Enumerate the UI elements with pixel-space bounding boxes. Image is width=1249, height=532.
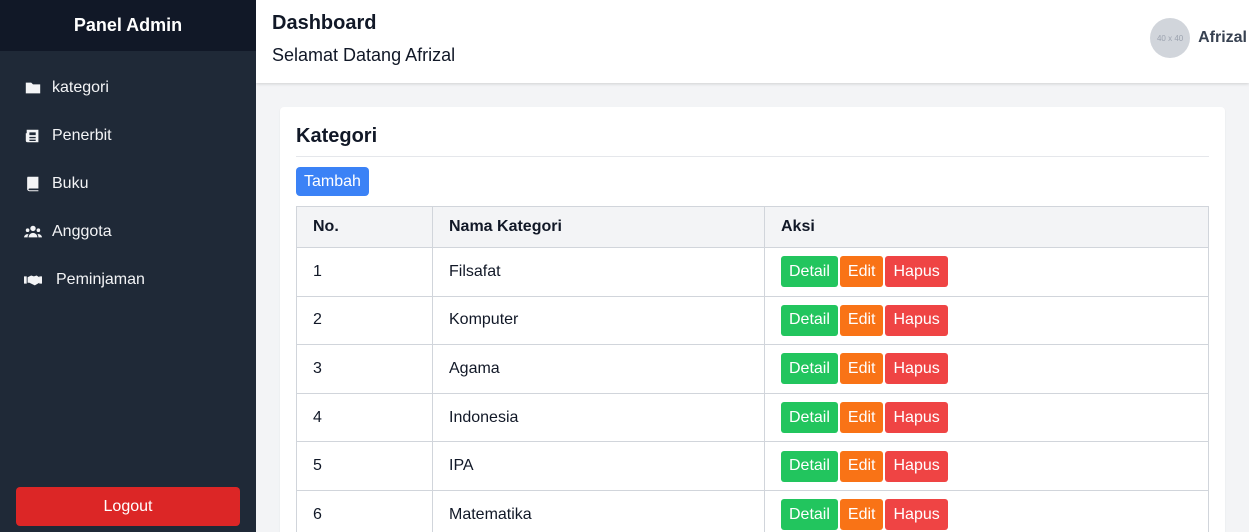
detail-button[interactable]: Detail xyxy=(781,304,838,336)
row-no: 4 xyxy=(296,392,433,443)
delete-button[interactable]: Hapus xyxy=(885,499,948,531)
row-name: Filsafat xyxy=(432,247,765,297)
edit-button[interactable]: Edit xyxy=(839,499,884,531)
sidebar-item-label: Buku xyxy=(52,175,89,192)
content: Kategori Tambah No. Nama Kategori Aksi 1 xyxy=(256,83,1249,532)
add-button[interactable]: Tambah xyxy=(296,167,369,196)
kategori-table: No. Nama Kategori Aksi 1 Filsafat Detail… xyxy=(296,206,1209,532)
table-row: 4 Indonesia Detail Edit Hapus xyxy=(296,392,1209,443)
detail-button[interactable]: Detail xyxy=(781,353,838,385)
sidebar: Panel Admin kategori Penerbit Buku Anggo… xyxy=(0,0,256,532)
folder-icon xyxy=(24,79,42,97)
row-name: IPA xyxy=(432,441,765,491)
sidebar-item-label: Peminjaman xyxy=(56,271,145,288)
row-name: Komputer xyxy=(432,295,765,346)
card-title: Kategori xyxy=(296,123,1209,157)
row-name: Matematika xyxy=(432,489,765,532)
column-header-aksi: Aksi xyxy=(764,206,1209,248)
app: Panel Admin kategori Penerbit Buku Anggo… xyxy=(0,0,1249,532)
column-header-name: Nama Kategori xyxy=(432,206,765,248)
edit-button[interactable]: Edit xyxy=(839,402,884,434)
table-header-row: No. Nama Kategori Aksi xyxy=(296,206,1209,248)
delete-button[interactable]: Hapus xyxy=(885,353,948,385)
delete-button[interactable]: Hapus xyxy=(885,256,948,288)
row-actions: Detail Edit Hapus xyxy=(764,441,1209,491)
table-row: 2 Komputer Detail Edit Hapus xyxy=(296,295,1209,346)
row-actions: Detail Edit Hapus xyxy=(764,295,1209,346)
row-no: 2 xyxy=(296,295,433,346)
edit-button[interactable]: Edit xyxy=(839,256,884,288)
edit-button[interactable]: Edit xyxy=(839,304,884,336)
sidebar-item-kategori[interactable]: kategori xyxy=(0,64,256,112)
newspaper-icon xyxy=(24,127,42,145)
detail-button[interactable]: Detail xyxy=(781,402,838,434)
sidebar-item-peminjaman[interactable]: Peminjaman xyxy=(0,256,256,304)
detail-button[interactable]: Detail xyxy=(781,450,838,482)
table-row: 5 IPA Detail Edit Hapus xyxy=(296,441,1209,491)
table-row: 3 Agama Detail Edit Hapus xyxy=(296,344,1209,394)
row-actions: Detail Edit Hapus xyxy=(764,344,1209,394)
delete-button[interactable]: Hapus xyxy=(885,402,948,434)
row-no: 5 xyxy=(296,441,433,491)
edit-button[interactable]: Edit xyxy=(839,353,884,385)
delete-button[interactable]: Hapus xyxy=(885,304,948,336)
table-row: 6 Matematika Detail Edit Hapus xyxy=(296,489,1209,532)
row-no: 6 xyxy=(296,489,433,532)
handshake-icon xyxy=(24,271,42,289)
sidebar-title: Panel Admin xyxy=(0,0,256,51)
detail-button[interactable]: Detail xyxy=(781,256,838,288)
detail-button[interactable]: Detail xyxy=(781,499,838,531)
table-row: 1 Filsafat Detail Edit Hapus xyxy=(296,247,1209,297)
row-actions: Detail Edit Hapus xyxy=(764,247,1209,297)
kategori-card: Kategori Tambah No. Nama Kategori Aksi 1 xyxy=(280,107,1225,532)
logout-button[interactable]: Logout xyxy=(16,487,240,526)
user-menu[interactable]: 40 x 40 Afrizal xyxy=(1150,18,1247,58)
row-name: Agama xyxy=(432,344,765,394)
column-header-no: No. xyxy=(296,206,433,248)
welcome-text: Selamat Datang Afrizal xyxy=(272,45,456,65)
sidebar-item-penerbit[interactable]: Penerbit xyxy=(0,112,256,160)
sidebar-item-anggota[interactable]: Anggota xyxy=(0,208,256,256)
users-icon xyxy=(24,223,42,241)
avatar: 40 x 40 xyxy=(1150,18,1191,58)
sidebar-item-buku[interactable]: Buku xyxy=(0,160,256,208)
sidebar-item-label: Anggota xyxy=(52,223,112,240)
row-no: 3 xyxy=(296,344,433,394)
sidebar-item-label: Penerbit xyxy=(52,127,112,144)
sidebar-nav: kategori Penerbit Buku Anggota Peminjama… xyxy=(0,51,256,304)
book-icon xyxy=(24,175,42,193)
topbar: Dashboard Selamat Datang Afrizal 40 x 40… xyxy=(256,0,1249,83)
user-name: Afrizal xyxy=(1198,29,1247,46)
delete-button[interactable]: Hapus xyxy=(885,450,948,482)
row-actions: Detail Edit Hapus xyxy=(764,392,1209,443)
row-name: Indonesia xyxy=(432,392,765,443)
row-actions: Detail Edit Hapus xyxy=(764,489,1209,532)
row-no: 1 xyxy=(296,247,433,297)
edit-button[interactable]: Edit xyxy=(839,450,884,482)
page-title: Dashboard xyxy=(272,12,377,34)
sidebar-item-label: kategori xyxy=(52,79,109,96)
header-text: Dashboard Selamat Datang Afrizal xyxy=(272,12,455,66)
main: Dashboard Selamat Datang Afrizal 40 x 40… xyxy=(256,0,1249,532)
